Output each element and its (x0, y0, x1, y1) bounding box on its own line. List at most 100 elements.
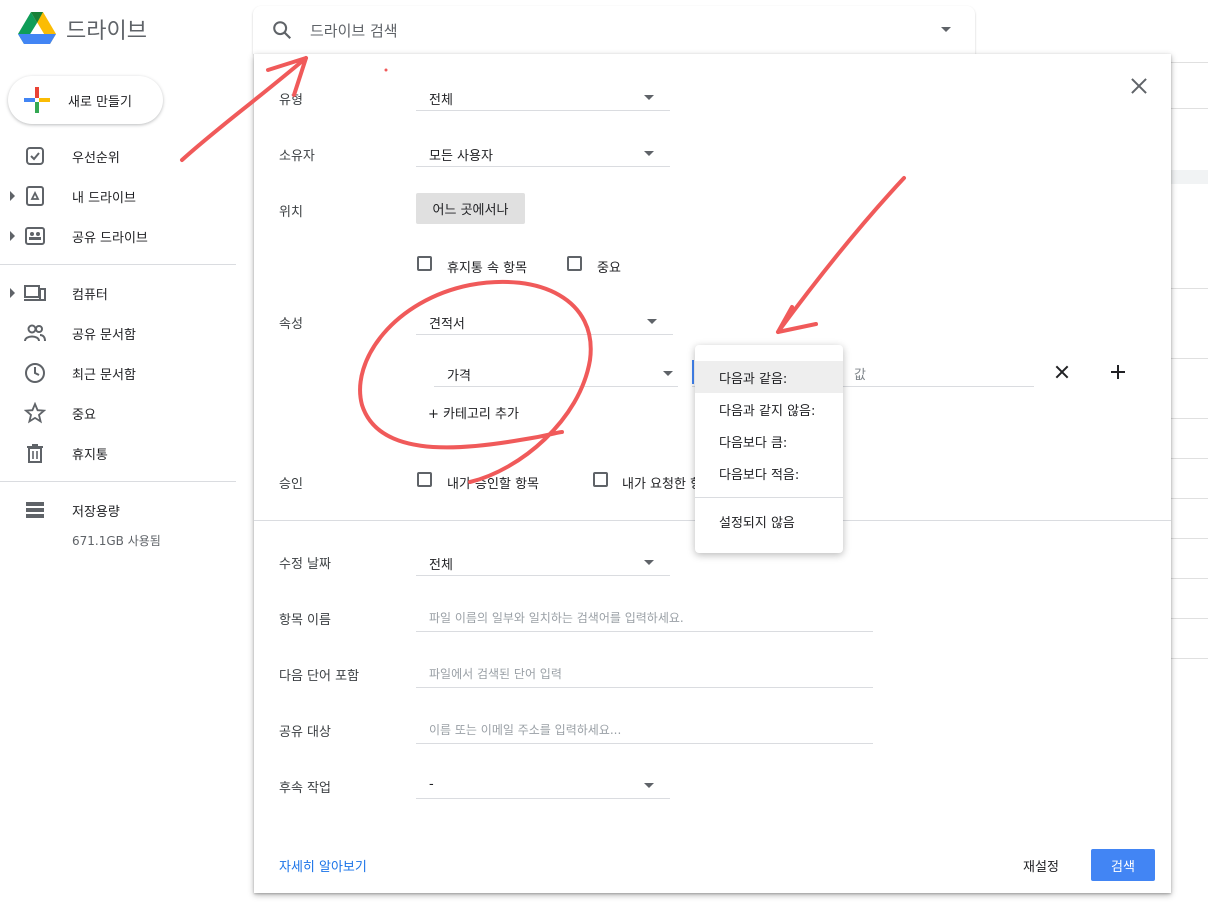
trash-checkbox[interactable] (417, 256, 432, 271)
label-value: 견적서 (429, 317, 465, 332)
has-words-label: 다음 단어 포함 (279, 669, 360, 684)
has-words-placeholder: 파일에서 검색된 단어 입력 (429, 667, 562, 681)
operator-not-equals[interactable]: 다음과 같지 않음: (695, 393, 843, 425)
operator-select-edge (692, 360, 694, 384)
plus-icon (24, 87, 50, 113)
starred-icon (24, 402, 46, 424)
add-category-button[interactable]: + 카테고리 추가 (428, 403, 519, 422)
location-button[interactable]: 어느 곳에서나 (416, 193, 525, 224)
type-value: 전체 (429, 93, 453, 108)
label-select[interactable]: 견적서 (416, 307, 673, 335)
learn-more-link[interactable]: 자세히 알아보기 (279, 856, 367, 875)
add-category-label: 카테고리 추가 (443, 407, 519, 422)
expand-arrow-icon[interactable] (10, 231, 15, 241)
search-input[interactable]: 드라이브 검색 (310, 20, 398, 41)
follow-up-label: 후속 작업 (279, 781, 331, 796)
dropdown-arrow-icon (644, 560, 654, 565)
sidebar-item-shared-with-me[interactable]: 공유 문서함 (0, 313, 236, 353)
sidebar-item-label: 공유 드라이브 (72, 230, 148, 246)
approval-mine-checkbox[interactable] (417, 472, 432, 487)
sidebar-item-label: 휴지통 (72, 447, 108, 463)
dropdown-arrow-icon (644, 151, 654, 156)
sidebar-divider (0, 264, 236, 265)
file-list-edge (1171, 0, 1208, 923)
modified-label: 수정 날짜 (279, 557, 331, 572)
owner-select[interactable]: 모든 사용자 (416, 139, 670, 167)
storage-icon (26, 502, 44, 518)
computers-icon (24, 285, 46, 301)
operator-equals[interactable]: 다음과 같음: (695, 361, 843, 393)
trash-icon (27, 444, 43, 463)
menu-divider (695, 497, 843, 498)
sidebar-item-trash[interactable]: 휴지통 (0, 433, 236, 473)
search-bar[interactable]: 드라이브 검색 (253, 6, 975, 54)
type-label: 유형 (279, 93, 303, 108)
sidebar-item-label: 우선순위 (72, 150, 120, 166)
item-name-input[interactable]: 파일 이름의 일부와 일치하는 검색어를 입력하세요. (416, 602, 873, 632)
search-icon[interactable] (271, 19, 293, 41)
my-drive-icon (26, 186, 44, 206)
operator-greater-than[interactable]: 다음보다 큼: (695, 425, 843, 457)
expand-arrow-icon[interactable] (10, 191, 15, 201)
remove-condition-icon[interactable] (1055, 365, 1069, 379)
shared-to-placeholder: 이름 또는 이메일 주소를 입력하세요... (429, 723, 622, 737)
starred-checkbox-label: 중요 (597, 261, 621, 276)
location-label: 위치 (279, 205, 303, 220)
priority-icon (26, 147, 44, 165)
owner-label: 소유자 (279, 149, 315, 164)
expand-arrow-icon[interactable] (10, 288, 15, 298)
sidebar-nav: 우선순위 내 드라이브 공유 드라이브 컴퓨터 공유 문서함 최근 문서함 중요… (0, 136, 236, 548)
sidebar-item-label: 컴퓨터 (72, 287, 108, 303)
operator-unset[interactable]: 설정되지 않음 (695, 505, 843, 537)
approval-label: 승인 (279, 477, 303, 492)
sidebar-item-storage[interactable]: 저장용량 (0, 490, 236, 530)
operator-menu: 다음과 같음: 다음과 같지 않음: 다음보다 큼: 다음보다 적음: 설정되지… (695, 345, 843, 553)
search-button[interactable]: 검색 (1091, 849, 1155, 881)
shared-drives-icon (25, 227, 45, 245)
field-value: 가격 (447, 369, 471, 384)
sidebar-item-my-drive[interactable]: 내 드라이브 (0, 176, 236, 216)
modified-value: 전체 (429, 558, 453, 573)
sidebar-item-starred[interactable]: 중요 (0, 393, 236, 433)
owner-value: 모든 사용자 (429, 149, 493, 164)
follow-up-value: - (429, 777, 434, 792)
sidebar-item-label: 최근 문서함 (72, 367, 136, 383)
recent-icon (25, 363, 45, 383)
app-name: 드라이브 (66, 19, 147, 44)
item-name-label: 항목 이름 (279, 613, 331, 628)
new-button[interactable]: 새로 만들기 (8, 76, 163, 124)
close-icon[interactable] (1129, 76, 1149, 96)
starred-checkbox[interactable] (567, 256, 582, 271)
drive-logo[interactable]: 드라이브 (18, 12, 147, 46)
dropdown-arrow-icon (663, 371, 673, 376)
add-condition-icon[interactable] (1111, 365, 1125, 379)
shared-to-input[interactable]: 이름 또는 이메일 주소를 입력하세요... (416, 714, 873, 744)
sidebar-item-computers[interactable]: 컴퓨터 (0, 273, 236, 313)
sidebar-divider (0, 481, 236, 482)
shared-to-label: 공유 대상 (279, 725, 331, 740)
value-placeholder: 값 (854, 368, 866, 383)
sidebar-item-priority[interactable]: 우선순위 (0, 136, 236, 176)
new-button-label: 새로 만들기 (68, 94, 132, 110)
follow-up-select[interactable]: - (416, 771, 670, 799)
sidebar-item-label: 중요 (72, 407, 96, 423)
dropdown-arrow-icon (647, 319, 657, 324)
sidebar-item-shared-drives[interactable]: 공유 드라이브 (0, 216, 236, 256)
properties-label: 속성 (279, 317, 303, 332)
shared-with-me-icon (24, 324, 46, 342)
approval-requested-checkbox[interactable] (593, 472, 608, 487)
field-select[interactable]: 가격 (434, 359, 678, 387)
type-select[interactable]: 전체 (416, 83, 670, 111)
modified-select[interactable]: 전체 (416, 548, 670, 576)
search-options-icon[interactable] (941, 27, 951, 32)
operator-less-than[interactable]: 다음보다 적음: (695, 457, 843, 489)
drive-logo-icon (18, 12, 56, 44)
storage-label: 저장용량 (72, 504, 120, 520)
item-name-placeholder: 파일 이름의 일부와 일치하는 검색어를 입력하세요. (429, 611, 684, 625)
sidebar-item-recent[interactable]: 최근 문서함 (0, 353, 236, 393)
reset-button[interactable]: 재설정 (1016, 849, 1066, 881)
has-words-input[interactable]: 파일에서 검색된 단어 입력 (416, 658, 873, 688)
dropdown-arrow-icon (644, 783, 654, 788)
sidebar-item-label: 내 드라이브 (72, 190, 136, 206)
approval-mine-label: 내가 승인할 항목 (447, 477, 539, 492)
